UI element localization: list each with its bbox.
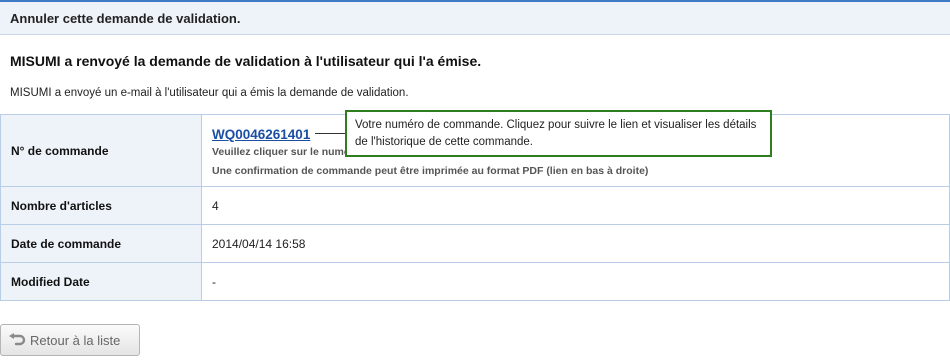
- modified-date-value: -: [201, 262, 950, 301]
- order-date-value: 2014/04/14 16:58: [201, 224, 950, 263]
- order-date-label: Date de commande: [0, 224, 202, 263]
- section-header: Annuler cette demande de validation.: [0, 0, 950, 35]
- back-to-list-button[interactable]: Retour à la liste: [0, 324, 140, 356]
- tooltip-connector: [315, 133, 345, 134]
- order-number-tooltip: Votre numéro de commande. Cliquez pour s…: [345, 110, 772, 157]
- return-arrow-icon: [8, 333, 26, 347]
- order-number-link[interactable]: WQ0046261401: [212, 127, 310, 142]
- order-number-label: N° de commande: [0, 114, 202, 187]
- page-heading: MISUMI a renvoyé la demande de validatio…: [10, 53, 482, 69]
- section-title: Annuler cette demande de validation.: [10, 10, 241, 26]
- table-row-order-date: Date de commande 2014/04/14 16:58: [0, 224, 950, 263]
- pdf-print-hint: Une confirmation de commande peut être i…: [212, 164, 649, 177]
- table-row-item-count: Nombre d'articles 4: [0, 186, 950, 225]
- table-row-modified-date: Modified Date -: [0, 262, 950, 301]
- item-count-label: Nombre d'articles: [0, 186, 202, 225]
- back-button-label: Retour à la liste: [30, 332, 121, 348]
- info-message: MISUMI a envoyé un e-mail à l'utilisateu…: [10, 87, 409, 99]
- modified-date-label: Modified Date: [0, 262, 202, 301]
- item-count-value: 4: [201, 186, 950, 225]
